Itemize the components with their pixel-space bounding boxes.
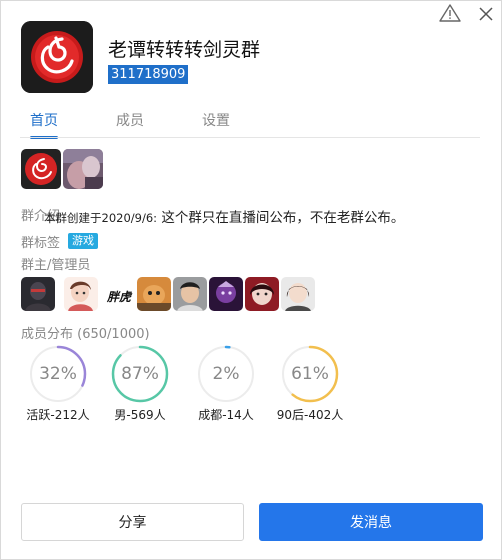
- netease-music-logo-icon: [21, 149, 61, 189]
- gauge-label: 男-569人: [114, 408, 166, 422]
- admin-avatar[interactable]: [245, 277, 279, 311]
- admins-label: 群主/管理员: [21, 258, 91, 273]
- avatar-image: [173, 277, 207, 311]
- admin-avatar[interactable]: [64, 277, 98, 311]
- send-message-button[interactable]: 发消息: [259, 503, 483, 541]
- gauge-value: 32%: [39, 364, 77, 384]
- admin-avatar[interactable]: [21, 277, 55, 311]
- tab-settings[interactable]: 设置: [202, 110, 230, 130]
- admin-avatar[interactable]: [173, 277, 207, 311]
- gauge-label: 90后-402人: [276, 408, 344, 422]
- member-count: (650/1000): [77, 327, 150, 342]
- admin-text-avatar[interactable]: 胖虎: [107, 288, 131, 305]
- tab-bar: 首页 成员 设置: [0, 110, 502, 139]
- tab-divider: [20, 137, 480, 138]
- album-thumbnail[interactable]: [21, 149, 61, 189]
- gauge-label: 成都-14人: [198, 408, 254, 422]
- gauge-value: 61%: [291, 364, 329, 384]
- close-x-icon[interactable]: [476, 4, 496, 24]
- album-thumbnail[interactable]: [63, 149, 103, 189]
- intro-text-body: 这个群只在直播间公布，不在老群公布。: [157, 210, 405, 226]
- gauge-label: 活跃-212人: [26, 408, 90, 422]
- gauge-value: 87%: [121, 364, 159, 384]
- share-button[interactable]: 分享: [21, 503, 244, 541]
- avatar-image: [137, 277, 171, 311]
- intro-text-date: 本群创建于2020/9/6:: [44, 211, 158, 225]
- group-avatar[interactable]: [21, 21, 93, 93]
- avatar-image: [21, 277, 55, 311]
- avatar-image: [281, 277, 315, 311]
- admin-avatar[interactable]: [281, 277, 315, 311]
- avatar-image: [245, 277, 279, 311]
- gauge-value: 2%: [212, 364, 240, 384]
- tags-label: 群标签: [21, 236, 61, 251]
- tab-home[interactable]: 首页: [30, 110, 58, 130]
- tag-badge[interactable]: 游戏: [68, 233, 98, 249]
- admin-avatar[interactable]: [209, 277, 243, 311]
- warning-triangle-icon[interactable]: [439, 4, 461, 22]
- netease-music-logo-icon: [21, 21, 93, 93]
- tab-members[interactable]: 成员: [116, 110, 144, 130]
- distribution-label: 成员分布 (650/1000): [21, 327, 150, 342]
- admin-avatar[interactable]: [137, 277, 171, 311]
- avatar-image: [64, 277, 98, 311]
- avatar-image: [209, 277, 243, 311]
- intro-text: 本群创建于2020/9/6: 这个群只在直播间公布，不在老群公布。: [44, 206, 404, 226]
- group-id[interactable]: 311718909: [108, 65, 189, 84]
- anime-photo-image: [63, 149, 103, 189]
- group-title: 老谭转转转剑灵群: [108, 39, 261, 61]
